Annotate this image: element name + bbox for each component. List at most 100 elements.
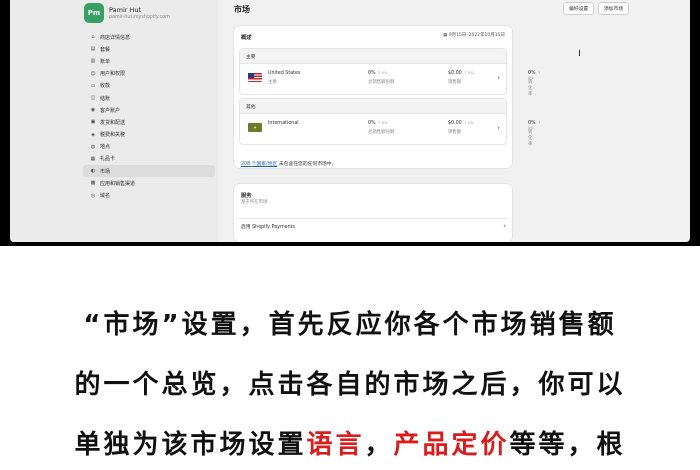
us-flag-icon	[248, 73, 262, 82]
store-info: Pamir Hut pamir-hut.myshopify.com	[109, 6, 170, 21]
caption-line-2: 的一个总览，点击各自的市场之后，你可以	[74, 370, 626, 400]
international-flag-icon: ✦	[248, 123, 262, 132]
mouse-cursor-icon	[579, 50, 583, 56]
store-url: pamir-hut.myshopify.com	[109, 14, 170, 20]
sidebar-item-domains[interactable]: ◎ 域名	[83, 189, 215, 201]
caption-line-1: “市场”设置，首先反应你各个市场销售额	[83, 310, 617, 340]
globe-icon: ◐	[90, 168, 96, 175]
sidebar-item-label: 礼品卡	[100, 156, 116, 163]
sidebar-item-apps[interactable]: ▩ 应用和销售渠道	[83, 177, 215, 189]
stat-change: ↑ 0%	[377, 71, 388, 75]
sidebar-item-label: 市场	[100, 168, 111, 175]
sidebar-item-label: 商店详情信息	[100, 34, 131, 41]
sidebar-item-label: 发货和配送	[100, 119, 126, 126]
sidebar-item-label: 地点	[100, 144, 111, 151]
stat-value: $0.00	[448, 121, 462, 126]
caption-text: 单独为该市场设置	[74, 430, 307, 460]
sidebar-item-gift-cards[interactable]: ▦ 礼品卡	[83, 153, 215, 165]
shopify-settings-window: Pm Pamir Hut pamir-hut.myshopify.com ⌂ 商店…	[10, 0, 690, 242]
sidebar-item-label: 套餐	[100, 46, 111, 53]
unassigned-regions-note: 208 个国家/地区 未包含在您的任何市场中。	[241, 160, 336, 167]
stat-sales: $0.00 ↑ 0%	[448, 71, 474, 76]
stat-change: ↑ 0%	[463, 71, 474, 75]
payments-icon: ▭	[90, 82, 96, 89]
customers-icon: ◉	[90, 107, 96, 114]
settings-sidebar: Pm Pamir Hut pamir-hut.myshopify.com ⌂ 商店…	[10, 0, 218, 242]
sidebar-item-label: 收款	[100, 83, 111, 90]
tax-icon: ◈	[91, 131, 95, 138]
sidebar-item-label: 税费和关税	[100, 132, 126, 139]
stat-label: 销售额	[448, 130, 462, 135]
main-content: 市场 偏好设置 添加市场 概述 ▦ 9月15日–2022年10月15日 主要 U…	[218, 0, 690, 242]
stat-change-value: 0%	[467, 71, 474, 75]
apps-icon: ▩	[90, 180, 96, 187]
market-row-international[interactable]: ✦ International 0% ↑ 0% 总销售额份额 $0.00 ↑ 0% …	[240, 114, 541, 147]
users-icon: ☺	[90, 70, 96, 77]
chevron-right-icon: ›	[497, 74, 500, 82]
sidebar-item-label: 应用和销售渠道	[100, 180, 136, 187]
plan-icon: ▤	[90, 46, 96, 53]
preferences-button[interactable]: 偏好设置	[563, 2, 595, 15]
sidebar-item-plan[interactable]: ▤ 套餐	[83, 43, 215, 55]
services-card: 服务 基于所在市场 启用 Shopify Payments ›	[234, 184, 512, 242]
chevron-right-icon: ›	[497, 124, 500, 132]
sidebar-item-users[interactable]: ☺ 用户和权限	[83, 68, 215, 80]
house-icon: ⌂	[91, 34, 95, 41]
unassigned-regions-link[interactable]: 208 个国家/地区	[241, 162, 277, 167]
stat-share: 0% ↑ 0%	[368, 121, 387, 126]
page-title: 市场	[234, 5, 250, 14]
stat-label: 销售额	[448, 80, 462, 85]
sidebar-item-label: 用户和权限	[100, 71, 126, 78]
sidebar-item-billing[interactable]: ▥ 账单	[83, 55, 215, 67]
market-tag: 主要	[268, 80, 277, 85]
store-avatar: Pm	[84, 3, 104, 23]
sidebar-item-payments[interactable]: ▭ 收款	[83, 80, 215, 92]
sidebar-item-taxes[interactable]: ◈ 税费和关税	[83, 129, 215, 141]
sidebar-item-locations[interactable]: ◍ 地点	[83, 141, 215, 153]
caption-highlight-language: 语言	[306, 430, 365, 460]
unassigned-regions-suffix: 未包含在您的任何市场中。	[278, 162, 337, 167]
shopify-payments-row[interactable]: 启用 Shopify Payments	[241, 223, 295, 230]
market-row-united-states[interactable]: United States 主要 0% ↑ 0% 总销售额份额 $0.00 ↑ 0%…	[240, 64, 541, 97]
sidebar-item-label: 结账	[100, 95, 111, 102]
sidebar-item-shipping[interactable]: ▣ 发货和配送	[83, 116, 215, 128]
stat-change-value: 0%	[381, 71, 388, 75]
sidebar-item-label: 域名	[100, 193, 111, 200]
sidebar-item-markets[interactable]: ◐ 市场	[83, 165, 215, 178]
services-subtitle: 基于所在市场	[241, 200, 268, 205]
stat-value: $0.00	[448, 71, 462, 76]
stat-sales: $0.00 ↑ 0%	[448, 121, 474, 126]
store-name: Pamir Hut	[109, 5, 142, 14]
date-range-button[interactable]: ▦ 9月15日–2022年10月15日	[443, 32, 505, 38]
primary-market-section: 主要 United States 主要 0% ↑ 0% 总销售额份额 $0.00 ↑…	[239, 48, 541, 97]
stat-change-value: 0%	[381, 121, 388, 125]
checkout-icon: ◫	[90, 95, 96, 102]
services-title: 服务	[241, 193, 252, 199]
stat-label: 转化率	[528, 130, 533, 147]
chevron-right-icon: ›	[503, 222, 506, 230]
divider	[239, 218, 507, 219]
caption-text: ，	[364, 430, 394, 460]
stat-change: ↑ 0%	[377, 121, 388, 125]
stat-share: 0% ↑ 0%	[368, 71, 387, 76]
billing-icon: ▥	[90, 58, 96, 65]
primary-section-label: 主要	[240, 49, 506, 64]
caption-panel: “市场”设置，首先反应你各个市场销售额 的一个总览，点击各自的市场之后，你可以 …	[0, 246, 700, 470]
market-name: International	[268, 121, 299, 126]
sidebar-item-store-details[interactable]: ⌂ 商店详情信息	[83, 31, 215, 43]
caption-line-3: 单独为该市场设置语言，产品定价等等，根	[0, 424, 700, 461]
stat-label: 转化率	[528, 80, 533, 97]
caption-text: 等等，根	[509, 430, 626, 460]
other-market-section: 其他 ✦ International 0% ↑ 0% 总销售额份额 $0.00 ↑ …	[239, 98, 541, 147]
stat-change: ↑ 0%	[463, 121, 474, 125]
overview-card: 概述 ▦ 9月15日–2022年10月15日 主要 United States …	[234, 26, 541, 168]
other-section-label: 其他	[240, 99, 506, 114]
store-switcher[interactable]: Pm Pamir Hut pamir-hut.myshopify.com	[84, 2, 170, 24]
add-market-button[interactable]: 添加市场	[598, 2, 630, 15]
sidebar-item-customer-accounts[interactable]: ◉ 客户账户	[83, 104, 215, 116]
stat-value: 0%	[368, 121, 376, 126]
date-range-label: 9月15日–2022年10月15日	[448, 33, 505, 38]
screenshot-frame: Pm Pamir Hut pamir-hut.myshopify.com ⌂ 商店…	[0, 0, 700, 246]
stat-label: 总销售额份额	[368, 130, 395, 135]
sidebar-item-checkout[interactable]: ◫ 结账	[83, 92, 215, 104]
